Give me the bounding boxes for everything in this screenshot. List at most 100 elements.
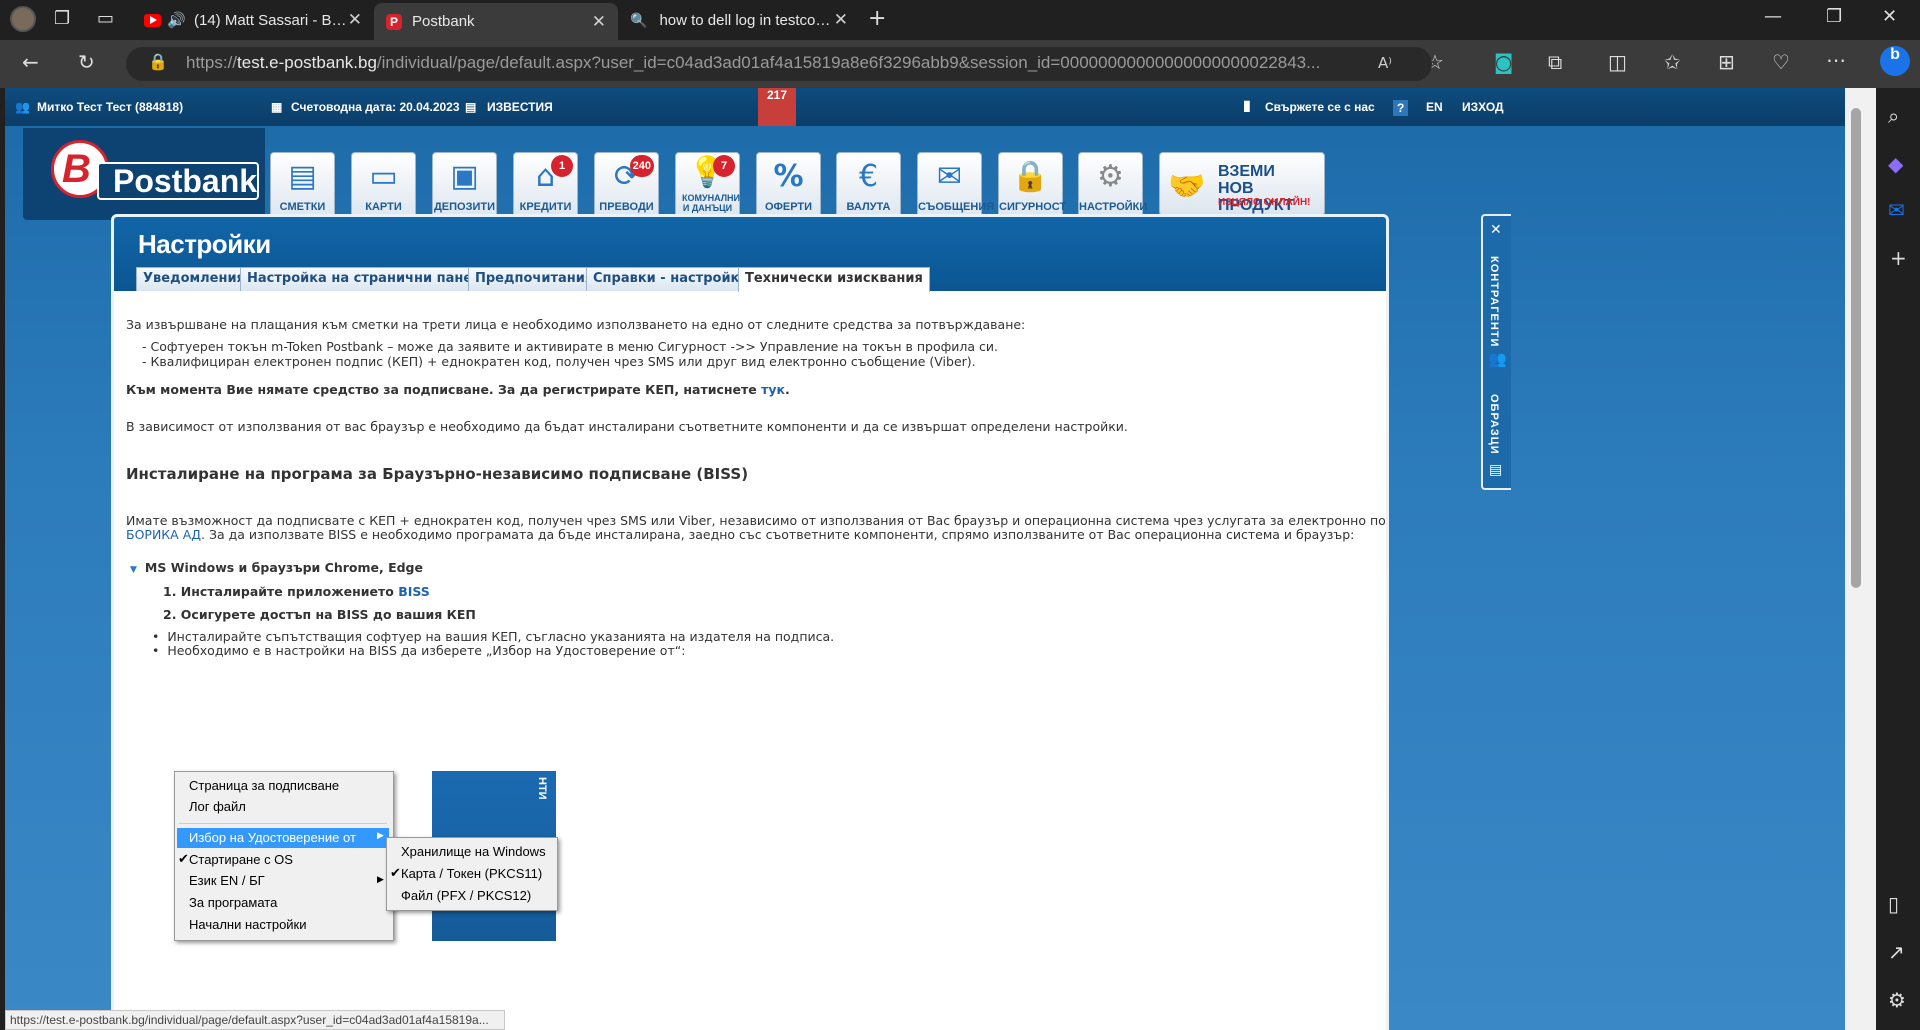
submenu-item: Хранилище на Windows: [401, 844, 546, 859]
submenu-arrow-icon: ▶: [377, 830, 384, 840]
submenu-item: Файл (PFX / PKCS12): [401, 888, 532, 903]
nav-label: НАСТРОЙКИ: [1079, 201, 1148, 213]
no-signer-text: Към момента Вие нямате средство за подпи…: [126, 382, 790, 397]
sidebar-toggle-icon[interactable]: ▯: [1888, 892, 1899, 916]
biss-download-link[interactable]: BISS: [398, 584, 430, 599]
user-name[interactable]: Митко Тест Тест (884818): [37, 100, 183, 114]
nav-messages[interactable]: ✉ СЪОБЩЕНИЯ: [917, 152, 994, 218]
restore-icon[interactable]: ❐: [1826, 6, 1842, 27]
close-side-panel-icon[interactable]: ✕: [1490, 222, 1502, 238]
nav-label: СИГУРНОСТ: [999, 201, 1067, 213]
url-host: test.e-postbank.bg: [237, 53, 377, 72]
extensions-puzzle-icon[interactable]: ⧉: [1548, 50, 1562, 74]
nav-offers[interactable]: % ОФЕРТИ: [756, 152, 821, 218]
logout-link[interactable]: ИЗХОД: [1462, 100, 1504, 114]
close-tab-icon[interactable]: ✕: [348, 10, 362, 30]
scrollbar-thumb[interactable]: [1851, 108, 1861, 588]
user-icon: 👥: [15, 100, 30, 114]
promo-line1: ВЗЕМИ: [1218, 163, 1275, 180]
no-signer-label: Към момента Вие нямате средство за подпи…: [126, 382, 757, 397]
expand-triangle-icon[interactable]: ▼: [130, 565, 137, 575]
panel-header: Настройки Уведомления Настройка на стран…: [114, 217, 1386, 292]
biss-context-menu-image: Страница за подписване Лог файл Избор на…: [174, 771, 394, 941]
browser-tab-search[interactable]: 🔍 how to dell log in testcomplete - ✕: [618, 4, 860, 36]
news-link[interactable]: ИЗВЕСТИЯ: [487, 100, 553, 114]
status-url-bar: https://test.e-postbank.bg/individual/pa…: [5, 1010, 505, 1030]
extension-icon[interactable]: ◙: [1494, 50, 1513, 74]
help-button[interactable]: ?: [1393, 100, 1409, 116]
copilot-sidebar-icon[interactable]: ◆: [1888, 152, 1903, 176]
contact-us-link[interactable]: Свържете се с нас: [1265, 100, 1375, 114]
lock-icon[interactable]: 🔒: [148, 52, 168, 71]
section-windows-chrome[interactable]: ▼ MS Windows и браузъри Chrome, Edge: [130, 560, 423, 578]
profile-avatar[interactable]: [10, 6, 36, 32]
nav-accounts[interactable]: ▤ СМЕТКИ: [270, 152, 335, 218]
tab-title: Postbank: [412, 13, 475, 30]
promo-banner[interactable]: 🤝 ВЗЕМИ НОВ ПРОДУКТ ИЗЦЯЛО ОНЛАЙН!: [1159, 152, 1325, 216]
tab-technical-requirements[interactable]: Технически изисквания: [738, 267, 930, 292]
workspaces-icon[interactable]: ❐: [54, 8, 70, 29]
new-tab-icon[interactable]: +: [868, 6, 886, 31]
close-window-icon[interactable]: ✕: [1882, 6, 1897, 27]
nav-settings[interactable]: ⚙ НАСТРОЙКИ: [1078, 152, 1148, 218]
copilot-icon[interactable]: b: [1880, 46, 1910, 76]
settings-gear-icon[interactable]: ⚙: [1888, 988, 1906, 1012]
list-item-text: Инсталирайте съпътстващия софтуер на ваш…: [167, 629, 835, 644]
tab-actions-icon[interactable]: ▭: [97, 8, 114, 29]
refresh-icon[interactable]: ↻: [78, 50, 95, 74]
logo-letter: B: [62, 147, 91, 191]
nav-security[interactable]: 🔒 СИГУРНОСТ: [998, 152, 1067, 218]
calendar-icon: ▦: [271, 100, 283, 114]
url-text[interactable]: https://test.e-postbank.bg/individual/pa…: [186, 53, 1366, 73]
option-qes: - Квалифициран електронен подпис (КЕП) +…: [142, 354, 976, 369]
youtube-icon: [144, 13, 162, 27]
outlook-icon[interactable]: ✉: [1888, 198, 1905, 222]
news-count-badge[interactable]: 217: [758, 88, 796, 126]
search-icon[interactable]: ⌕: [1888, 104, 1899, 128]
nav-label: СМЕТКИ: [279, 201, 326, 213]
tab-preferences[interactable]: Предпочитания: [468, 267, 601, 291]
browser-tab-postbank[interactable]: P Postbank ✕: [374, 3, 618, 40]
contacts-tab[interactable]: КОНТРАГЕНТИ: [1488, 256, 1500, 347]
favorites-icon[interactable]: ✩: [1664, 50, 1681, 74]
biss-paragraph-rest: . За да използвате BISS е необходимо про…: [201, 527, 1355, 542]
minimize-icon[interactable]: —: [1764, 6, 1782, 27]
back-icon[interactable]: ←: [22, 50, 39, 74]
register-here-link[interactable]: тук: [761, 382, 785, 397]
nav-label: ОФЕРТИ: [764, 201, 813, 213]
tab-reports-settings[interactable]: Справки - настройки: [586, 267, 756, 291]
menu-separator: [179, 823, 387, 824]
audio-playing-icon[interactable]: 🔊: [167, 11, 186, 29]
browser-tab-youtube[interactable]: 🔊 (14) Matt Sassari - Beatport ✕: [132, 4, 374, 36]
more-menu-icon[interactable]: ⋯: [1826, 48, 1846, 72]
postbank-logo[interactable]: B Postbank: [23, 128, 265, 220]
offers-icon: %: [773, 159, 804, 194]
list-item: • Инсталирайте съпътстващия софтуер на в…: [152, 629, 835, 644]
accounting-date: Счетоводна дата: 20.04.2023: [291, 100, 460, 114]
templates-tab[interactable]: ОБРАЗЦИ: [1488, 394, 1500, 455]
nav-deposits[interactable]: ▣ ДЕПОЗИТИ: [432, 152, 497, 218]
tab-notifications[interactable]: Уведомления: [136, 267, 252, 291]
nav-credits[interactable]: ⌂ 1 КРЕДИТИ: [513, 152, 578, 218]
performance-icon[interactable]: ♡: [1772, 50, 1790, 74]
language-switch[interactable]: EN: [1426, 100, 1443, 114]
read-aloud-icon[interactable]: A⁾: [1378, 54, 1392, 72]
close-tab-icon[interactable]: ✕: [834, 10, 848, 30]
cards-icon: ▭: [369, 159, 398, 194]
nav-transfers[interactable]: ⟳ 240 ПРЕВОДИ: [594, 152, 659, 218]
collections-icon[interactable]: ⊞: [1718, 50, 1735, 74]
close-tab-icon[interactable]: ✕: [592, 12, 606, 32]
add-sidebar-app-icon[interactable]: +: [1890, 246, 1907, 270]
templates-icon: ▤: [1489, 462, 1503, 478]
nav-utilities[interactable]: 💡 7 КОМУНАЛНИ И ДАНЪЦИ: [675, 152, 740, 218]
menu-item: Лог файл: [189, 799, 246, 814]
borica-link[interactable]: БОРИКА АД: [126, 527, 201, 542]
open-external-icon[interactable]: ↗: [1888, 940, 1905, 964]
split-screen-icon[interactable]: ◫: [1608, 50, 1627, 74]
tab-side-panels[interactable]: Настройка на странични панели: [240, 267, 498, 291]
deposits-icon: ▣: [450, 159, 479, 194]
settings-icon: ⚙: [1097, 159, 1124, 194]
nav-cards[interactable]: ▭ КАРТИ: [351, 152, 416, 218]
menu-item-selected: Избор на Удостоверение от: [189, 830, 356, 845]
nav-currency[interactable]: € ВАЛУТА: [836, 152, 901, 218]
